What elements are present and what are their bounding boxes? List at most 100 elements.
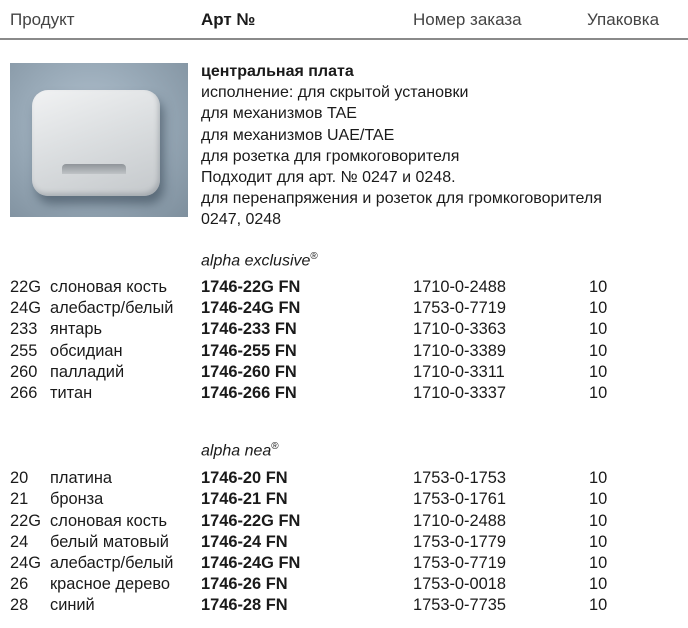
color-name: слоновая кость bbox=[50, 278, 168, 296]
art-number: 1746-22G FN bbox=[201, 512, 301, 530]
art-number: 1746-260 FN bbox=[201, 363, 297, 381]
table-row: 24G алебастр/белый 1746-24G FN 1753-0-77… bbox=[0, 554, 688, 575]
description-line: 0247, 0248 bbox=[201, 211, 282, 229]
table-row: 28 синий 1746-28 FN 1753-0-7735 10 bbox=[0, 596, 688, 617]
color-name: обсидиан bbox=[50, 342, 123, 360]
order-number: 1753-0-7719 bbox=[413, 554, 506, 572]
order-number: 1710-0-3389 bbox=[413, 342, 506, 360]
table-row: 255 обсидиан 1746-255 FN 1710-0-3389 10 bbox=[0, 342, 688, 363]
color-code: 266 bbox=[10, 384, 38, 402]
pack-quantity: 10 bbox=[589, 533, 608, 551]
order-number: 1710-0-3363 bbox=[413, 320, 506, 338]
product-photo bbox=[10, 63, 188, 217]
color-name: палладий bbox=[50, 363, 125, 381]
color-name: бронза bbox=[50, 490, 104, 508]
color-code: 22G bbox=[10, 512, 41, 530]
header-art-number: Арт № bbox=[201, 10, 256, 29]
order-number: 1753-0-7735 bbox=[413, 596, 506, 614]
series-title-text: alpha exclusive bbox=[201, 252, 311, 270]
order-number: 1753-0-1753 bbox=[413, 469, 506, 487]
order-number: 1753-0-1779 bbox=[413, 533, 506, 551]
color-code: 28 bbox=[10, 596, 29, 614]
color-code: 260 bbox=[10, 363, 38, 381]
header-order-number: Номер заказа bbox=[413, 10, 522, 29]
pack-quantity: 10 bbox=[589, 469, 608, 487]
art-number: 1746-24G FN bbox=[201, 554, 301, 572]
art-number: 1746-28 FN bbox=[201, 596, 288, 614]
table-row: 21 бронза 1746-21 FN 1753-0-1761 10 bbox=[0, 490, 688, 511]
registered-mark: ® bbox=[310, 251, 318, 262]
pack-quantity: 10 bbox=[589, 554, 608, 572]
order-number: 1753-0-7719 bbox=[413, 299, 506, 317]
pack-quantity: 10 bbox=[589, 384, 608, 402]
series-title: alpha nea® bbox=[201, 441, 279, 460]
color-code: 22G bbox=[10, 278, 41, 296]
color-code: 255 bbox=[10, 342, 38, 360]
pack-quantity: 10 bbox=[589, 490, 608, 508]
art-number: 1746-26 FN bbox=[201, 575, 288, 593]
header-divider bbox=[0, 38, 688, 40]
table-row: 24G алебастр/белый 1746-24G FN 1753-0-77… bbox=[0, 299, 688, 320]
order-number: 1753-0-0018 bbox=[413, 575, 506, 593]
color-code: 24G bbox=[10, 299, 41, 317]
plate-slot bbox=[62, 164, 126, 174]
pack-quantity: 10 bbox=[589, 512, 608, 530]
art-number: 1746-24 FN bbox=[201, 533, 288, 551]
cover-plate-image bbox=[32, 90, 160, 196]
pack-quantity: 10 bbox=[589, 320, 608, 338]
color-code: 24G bbox=[10, 554, 41, 572]
pack-quantity: 10 bbox=[589, 575, 608, 593]
order-number: 1710-0-2488 bbox=[413, 278, 506, 296]
product-description: центральная плата исполнение: для скрыто… bbox=[201, 61, 681, 231]
table-row: 260 палладий 1746-260 FN 1710-0-3311 10 bbox=[0, 363, 688, 384]
color-name: алебастр/белый bbox=[50, 299, 174, 317]
color-name: белый матовый bbox=[50, 533, 169, 551]
pack-quantity: 10 bbox=[589, 278, 608, 296]
color-code: 21 bbox=[10, 490, 29, 508]
color-code: 26 bbox=[10, 575, 29, 593]
description-line: Подходит для арт. № 0247 и 0248. bbox=[201, 169, 456, 187]
color-code: 233 bbox=[10, 320, 38, 338]
pack-quantity: 10 bbox=[589, 363, 608, 381]
order-number: 1710-0-2488 bbox=[413, 512, 506, 530]
table-row: 22G слоновая кость 1746-22G FN 1710-0-24… bbox=[0, 512, 688, 533]
color-code: 24 bbox=[10, 533, 29, 551]
art-number: 1746-255 FN bbox=[201, 342, 297, 360]
order-number: 1710-0-3311 bbox=[413, 363, 505, 381]
color-code: 20 bbox=[10, 469, 29, 487]
table-row: 20 платина 1746-20 FN 1753-0-1753 10 bbox=[0, 469, 688, 490]
color-name: титан bbox=[50, 384, 93, 402]
pack-quantity: 10 bbox=[589, 299, 608, 317]
art-number: 1746-20 FN bbox=[201, 469, 288, 487]
description-line: для перенапряжения и розеток для громког… bbox=[201, 190, 602, 208]
color-name: синий bbox=[50, 596, 95, 614]
product-title: центральная плата bbox=[201, 63, 354, 80]
pack-quantity: 10 bbox=[589, 342, 608, 360]
series-title: alpha exclusive® bbox=[201, 251, 318, 270]
color-name: слоновая кость bbox=[50, 512, 168, 530]
art-number: 1746-266 FN bbox=[201, 384, 297, 402]
order-number: 1710-0-3337 bbox=[413, 384, 506, 402]
art-number: 1746-24G FN bbox=[201, 299, 301, 317]
table-header: Продукт Арт № Номер заказа Упаковка bbox=[0, 0, 688, 40]
registered-mark: ® bbox=[271, 441, 279, 452]
table-row: 26 красное дерево 1746-26 FN 1753-0-0018… bbox=[0, 575, 688, 596]
header-product: Продукт bbox=[10, 10, 75, 29]
order-number: 1753-0-1761 bbox=[413, 490, 506, 508]
table-row: 24 белый матовый 1746-24 FN 1753-0-1779 … bbox=[0, 533, 688, 554]
color-name: платина bbox=[50, 469, 113, 487]
description-line: исполнение: для скрытой установки bbox=[201, 84, 469, 102]
pack-quantity: 10 bbox=[589, 596, 608, 614]
color-name: красное дерево bbox=[50, 575, 170, 593]
header-packaging: Упаковка bbox=[587, 10, 660, 29]
color-name: янтарь bbox=[50, 320, 103, 338]
table-row: 266 титан 1746-266 FN 1710-0-3337 10 bbox=[0, 384, 688, 405]
color-name: алебастр/белый bbox=[50, 554, 174, 572]
description-line: для розетка для громкоговорителя bbox=[201, 147, 460, 165]
description-line: для механизмов UAE/TAE bbox=[201, 126, 395, 144]
art-number: 1746-233 FN bbox=[201, 320, 297, 338]
art-number: 1746-21 FN bbox=[201, 490, 288, 508]
table-row: 233 янтарь 1746-233 FN 1710-0-3363 10 bbox=[0, 320, 688, 341]
series-title-text: alpha nea bbox=[201, 442, 272, 460]
table-row: 22G слоновая кость 1746-22G FN 1710-0-24… bbox=[0, 278, 688, 299]
